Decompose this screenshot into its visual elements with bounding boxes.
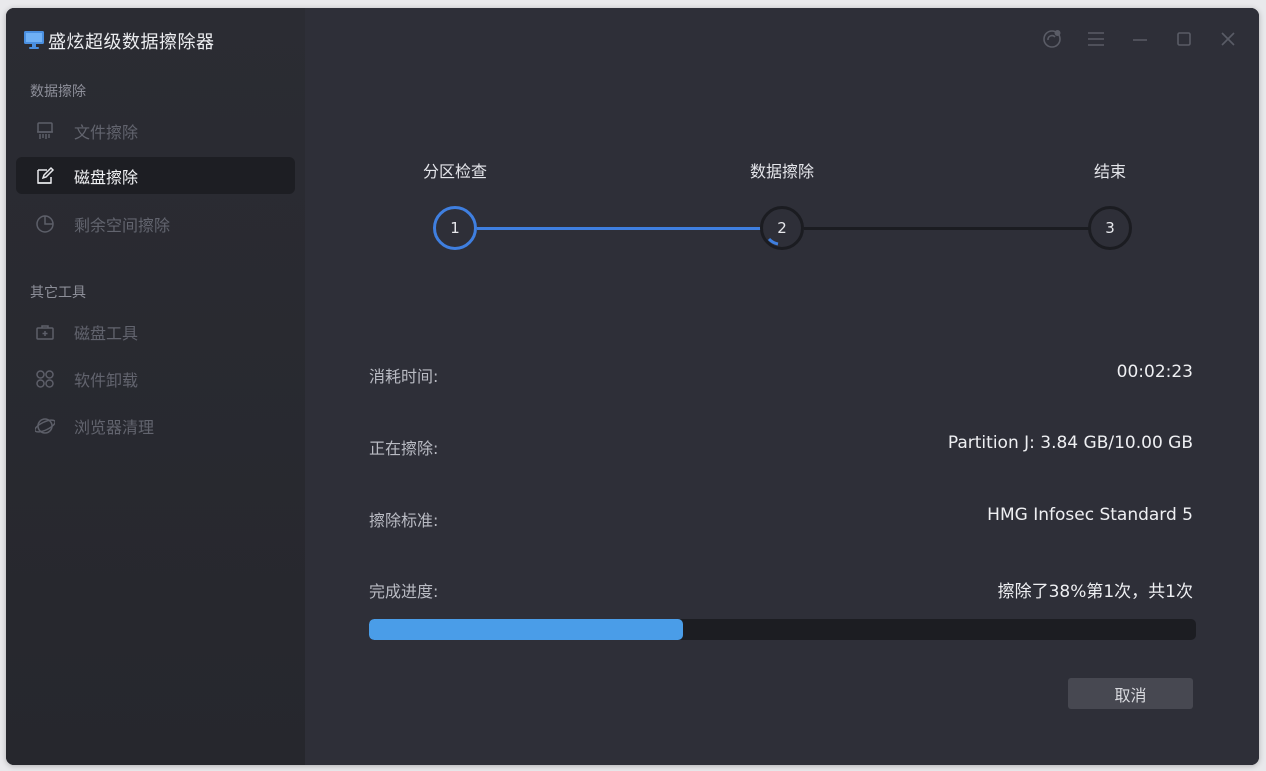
step-circle-1: 1 bbox=[433, 206, 477, 250]
edit-icon bbox=[34, 165, 56, 187]
menu-button[interactable] bbox=[1083, 26, 1109, 52]
maximize-button[interactable] bbox=[1171, 26, 1197, 52]
app-logo-icon bbox=[24, 31, 44, 49]
step-number: 3 bbox=[1105, 219, 1115, 237]
browser-icon bbox=[34, 415, 56, 437]
sidebar-item-label: 磁盘擦除 bbox=[74, 167, 139, 187]
sidebar-item-browser-clean[interactable]: 浏览器清理 bbox=[16, 407, 295, 444]
progress-label: 完成进度: bbox=[369, 582, 439, 601]
step-label-1: 分区检查 bbox=[422, 162, 488, 181]
cancel-button[interactable]: 取消 bbox=[1068, 678, 1193, 709]
sidebar-item-disk-tools[interactable]: 磁盘工具 bbox=[16, 313, 295, 350]
close-icon bbox=[1221, 32, 1235, 46]
sidebar-item-file-erase[interactable]: 文件擦除 bbox=[16, 112, 295, 149]
step-circle-2: 2 bbox=[760, 206, 804, 250]
window-controls bbox=[1039, 26, 1241, 52]
standard-label: 擦除标准: bbox=[369, 511, 439, 530]
sidebar: 盛炫超级数据擦除器 数据擦除 文件擦除 磁盘擦除 剩余空间擦除 其它工具 磁盘工… bbox=[6, 8, 305, 765]
step-connector-1-2 bbox=[477, 227, 762, 230]
sidebar-item-label: 浏览器清理 bbox=[74, 417, 155, 437]
sidebar-item-label: 剩余空间擦除 bbox=[74, 215, 171, 235]
erasing-label: 正在擦除: bbox=[369, 439, 439, 458]
shredder-icon bbox=[34, 120, 56, 142]
section-label-other-tools: 其它工具 bbox=[30, 285, 86, 301]
apps-grid-icon bbox=[34, 368, 56, 390]
step-number: 1 bbox=[450, 219, 460, 237]
progress-value: 擦除了38%第1次，共1次 bbox=[997, 582, 1193, 602]
main-panel: 分区检查 数据擦除 结束 1 2 3 消耗时间: 00:02:23 正在擦除: … bbox=[305, 8, 1259, 765]
sidebar-item-label: 磁盘工具 bbox=[74, 323, 139, 343]
sidebar-item-free-space-erase[interactable]: 剩余空间擦除 bbox=[16, 205, 295, 242]
app-title: 盛炫超级数据擦除器 bbox=[48, 32, 215, 53]
sidebar-item-disk-erase[interactable]: 磁盘擦除 bbox=[16, 157, 295, 194]
step-number: 2 bbox=[777, 219, 787, 237]
app-window: 盛炫超级数据擦除器 数据擦除 文件擦除 磁盘擦除 剩余空间擦除 其它工具 磁盘工… bbox=[6, 8, 1259, 765]
sidebar-item-label: 软件卸载 bbox=[74, 370, 139, 390]
pie-chart-icon bbox=[34, 213, 56, 235]
section-label-data-erase: 数据擦除 bbox=[30, 84, 86, 100]
progress-bar bbox=[369, 619, 1196, 640]
progress-bar-fill bbox=[369, 619, 684, 640]
sidebar-item-label: 文件擦除 bbox=[74, 122, 139, 142]
minimize-icon bbox=[1133, 39, 1147, 41]
update-button[interactable] bbox=[1039, 26, 1065, 52]
erasing-value: Partition J: 3.84 GB/10.00 GB bbox=[947, 433, 1193, 453]
step-circle-3: 3 bbox=[1088, 206, 1132, 250]
step-label-2: 数据擦除 bbox=[749, 162, 815, 181]
elapsed-value: 00:02:23 bbox=[1116, 362, 1193, 382]
maximize-icon bbox=[1177, 32, 1191, 46]
minimize-button[interactable] bbox=[1127, 26, 1153, 52]
elapsed-label: 消耗时间: bbox=[369, 367, 439, 386]
update-icon bbox=[1043, 30, 1061, 48]
step-label-3: 结束 bbox=[1093, 162, 1127, 181]
toolbox-icon bbox=[34, 321, 56, 343]
standard-value: HMG Infosec Standard 5 bbox=[987, 505, 1193, 525]
sidebar-item-uninstall[interactable]: 软件卸载 bbox=[16, 360, 295, 397]
close-button[interactable] bbox=[1215, 26, 1241, 52]
step-connector-2-3 bbox=[804, 227, 1089, 230]
menu-icon bbox=[1088, 32, 1104, 46]
